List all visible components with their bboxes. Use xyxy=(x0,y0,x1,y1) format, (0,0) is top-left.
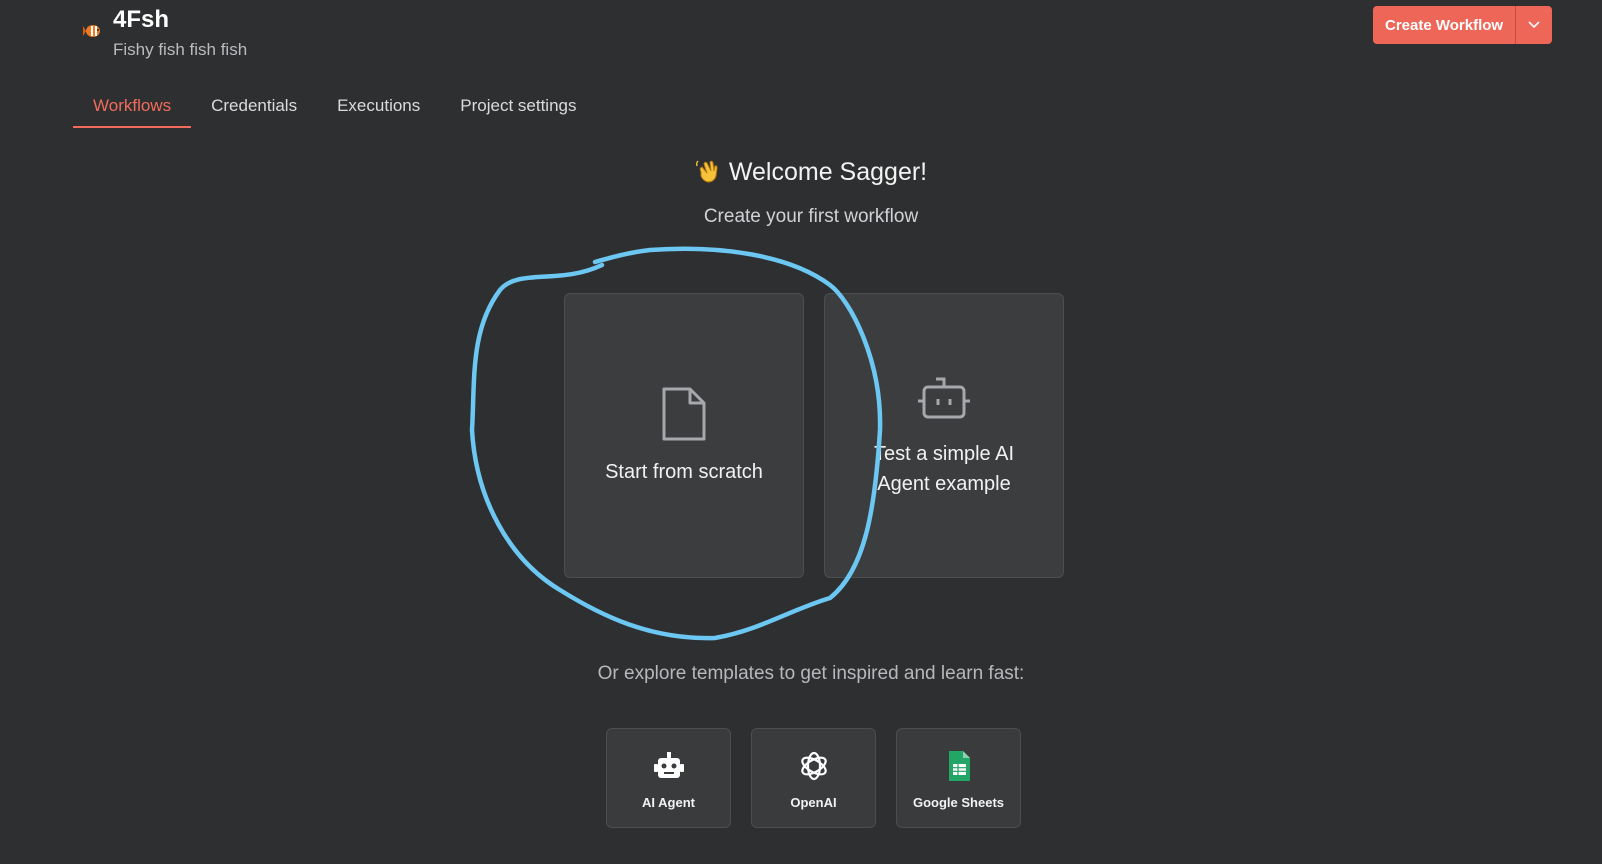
template-google-sheets-label: Google Sheets xyxy=(912,795,1005,810)
template-google-sheets[interactable]: Google Sheets xyxy=(896,728,1021,828)
start-from-scratch-card[interactable]: Start from scratch xyxy=(564,293,804,578)
project-title: 4Fsh xyxy=(113,6,170,33)
project-tabs: Workflows Credentials Executions Project… xyxy=(73,90,597,128)
create-workflow-button-group: Create Workflow xyxy=(1373,6,1553,44)
explore-templates-text: Or explore templates to get inspired and… xyxy=(597,663,1025,684)
tab-executions[interactable]: Executions xyxy=(317,90,440,128)
robot-icon xyxy=(918,377,970,418)
create-workflow-button[interactable]: Create Workflow xyxy=(1373,6,1517,44)
project-subtitle: Fishy fish fish fish xyxy=(113,40,248,59)
create-workflow-dropdown-button[interactable] xyxy=(1516,6,1552,44)
ai-agent-example-label: Test a simple AI Agent example xyxy=(873,442,1015,495)
file-icon xyxy=(662,387,706,440)
tab-workflows[interactable]: Workflows xyxy=(73,90,192,128)
welcome-heading: Welcome Sagger! xyxy=(0,158,1602,187)
tab-project-settings[interactable]: Project settings xyxy=(440,90,596,128)
robot-icon xyxy=(653,752,684,778)
welcome-text: Welcome Sagger! xyxy=(728,158,928,186)
template-openai[interactable]: OpenAI xyxy=(751,728,876,828)
start-from-scratch-label: Start from scratch xyxy=(605,460,763,483)
tab-credentials[interactable]: Credentials xyxy=(191,90,317,128)
openai-icon xyxy=(800,751,827,781)
waving-hand-icon xyxy=(695,160,718,183)
template-openai-label: OpenAI xyxy=(790,795,837,810)
google-sheets-icon xyxy=(948,751,970,781)
ai-agent-example-card[interactable]: Test a simple AI Agent example xyxy=(824,293,1064,578)
fish-emoji-icon xyxy=(83,25,100,37)
chevron-down-icon xyxy=(1528,21,1540,29)
template-ai-agent[interactable]: AI Agent xyxy=(606,728,731,828)
template-ai-agent-label: AI Agent xyxy=(642,795,695,810)
welcome-subtitle: Create your first workflow xyxy=(703,206,919,227)
